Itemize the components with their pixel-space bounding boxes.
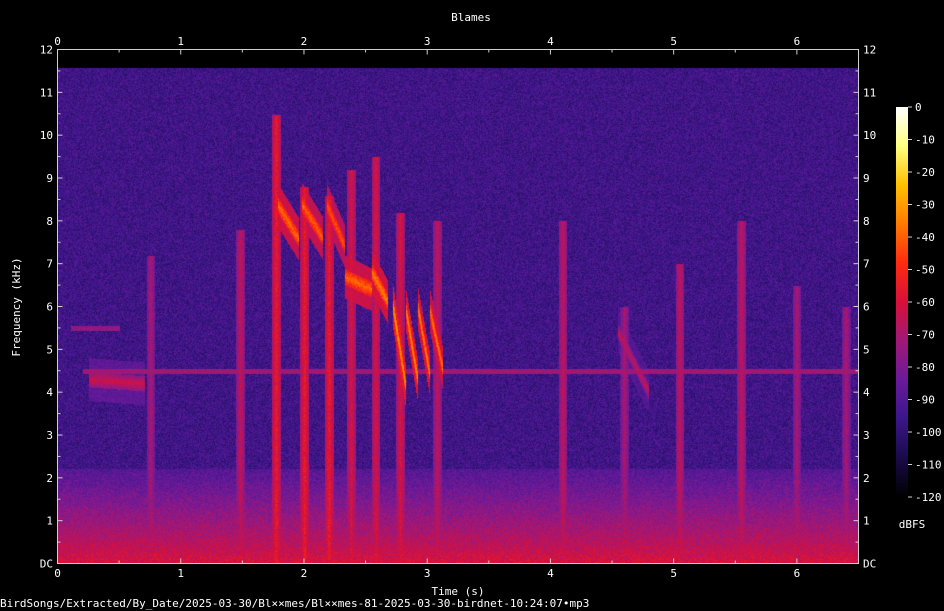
y-tick-label-right: 8 xyxy=(863,215,870,228)
colorbar-tick-label: -80 xyxy=(915,361,935,374)
spectrogram-chart: Blames 0123456 0123456 DC123456789101112… xyxy=(10,11,942,598)
y-tick-label-left: 12 xyxy=(40,44,53,57)
y-tick-label-right: 5 xyxy=(863,343,870,356)
colorbar-tick-label: -100 xyxy=(915,426,942,439)
colorbar-tick-label: -60 xyxy=(915,296,935,309)
y-tick-label-right: 10 xyxy=(863,129,876,142)
spectrogram-image xyxy=(58,50,858,563)
y-axis-label: Frequency (kHz) xyxy=(10,257,23,356)
colorbar-tick-label: -120 xyxy=(915,491,942,504)
colorbar-tick-label: -10 xyxy=(915,134,935,147)
x-tick-label-bottom: 2 xyxy=(301,567,308,580)
colorbar-ticks: 0 -10 -20 -30 -40 -50 -60 -70 -80 -90 -100 -110 -120 xyxy=(908,101,942,504)
y-tick-label-right: 4 xyxy=(863,386,870,399)
y-tick-label-right: 7 xyxy=(863,258,870,271)
y-tick-label-right: 11 xyxy=(863,86,876,99)
colorbar-tick-label: -110 xyxy=(915,459,942,472)
y-tick-label-left: 8 xyxy=(46,215,53,228)
x-tick-label-top: 4 xyxy=(547,35,554,48)
colorbar-tick-label: -20 xyxy=(915,166,935,179)
y-tick-label-left: 4 xyxy=(46,386,53,399)
x-tick-label-bottom: 1 xyxy=(177,567,184,580)
y-tick-label-left: 3 xyxy=(46,429,53,442)
x-tick-label-bottom: 0 xyxy=(54,567,61,580)
y-tick-label-left: 11 xyxy=(40,86,53,99)
file-path-label: BirdSongs/Extracted/By_Date/2025-03-30/B… xyxy=(0,597,590,610)
x-tick-label-bottom: 6 xyxy=(794,567,801,580)
y-tick-label-right: 9 xyxy=(863,172,870,185)
y-tick-label-left: 10 xyxy=(40,129,53,142)
x-tick-label-top: 5 xyxy=(670,35,677,48)
colorbar-label: dBFS xyxy=(899,518,926,531)
y-tick-label-right: 3 xyxy=(863,429,870,442)
colorbar xyxy=(896,107,908,497)
colorbar-tick-label: -40 xyxy=(915,231,935,244)
x-tick-label-top: 0 xyxy=(54,35,61,48)
chart-title: Blames xyxy=(451,11,491,24)
x-tick-label-top: 3 xyxy=(424,35,431,48)
x-tick-label-top: 2 xyxy=(301,35,308,48)
y-tick-label-left: 9 xyxy=(46,172,53,185)
x-tick-label-bottom: 5 xyxy=(670,567,677,580)
x-tick-label-bottom: 4 xyxy=(547,567,554,580)
x-tick-label-top: 6 xyxy=(794,35,801,48)
y-tick-label-left: DC xyxy=(40,558,53,571)
y-tick-label-right: 2 xyxy=(863,472,870,485)
y-tick-label-right: 1 xyxy=(863,515,870,528)
y-tick-label-left: 1 xyxy=(46,515,53,528)
y-tick-label-left: 7 xyxy=(46,258,53,271)
x-tick-label-top: 1 xyxy=(177,35,184,48)
y-tick-label-right: 12 xyxy=(863,44,876,57)
y-tick-label-right: 6 xyxy=(863,301,870,314)
colorbar-tick-label: -50 xyxy=(915,264,935,277)
y-tick-label-left: 2 xyxy=(46,472,53,485)
x-tick-label-bottom: 3 xyxy=(424,567,431,580)
colorbar-tick-label: 0 xyxy=(915,101,922,114)
colorbar-tick-label: -70 xyxy=(915,329,935,342)
spectrogram-canvas-wrap xyxy=(58,50,858,563)
y-tick-label-left: 5 xyxy=(46,343,53,356)
colorbar-tick-label: -90 xyxy=(915,394,935,407)
y-tick-label-right: DC xyxy=(863,558,876,571)
y-tick-label-left: 6 xyxy=(46,301,53,314)
colorbar-tick-label: -30 xyxy=(915,199,935,212)
